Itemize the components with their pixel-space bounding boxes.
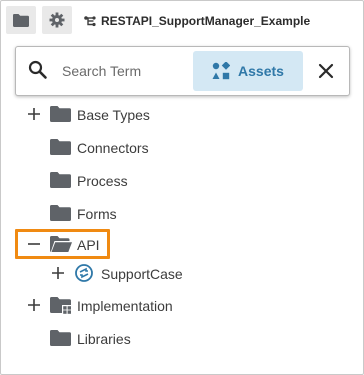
tree-item-label: Libraries (77, 331, 131, 347)
toolbar: RESTAPI_SupportManager_Example (1, 1, 363, 39)
search-icon (28, 60, 47, 79)
folder-icon (50, 330, 71, 346)
folder-icon (13, 13, 29, 27)
rest-api-icon (75, 264, 93, 282)
gear-icon (49, 12, 65, 28)
plus-icon (28, 108, 40, 120)
folder-icon (50, 139, 71, 155)
folder-button[interactable] (6, 6, 36, 34)
tree-item-forms[interactable]: Forms (1, 198, 363, 230)
assets-button[interactable]: Assets (193, 51, 303, 91)
folder-icon (50, 106, 71, 122)
tree-item-label: Process (77, 173, 128, 189)
tree-item-implementation[interactable]: Implementation (1, 290, 363, 322)
expand-toggle[interactable] (27, 107, 41, 121)
close-icon (318, 63, 334, 79)
project-tree-icon (84, 16, 96, 27)
tree-item-label: Connectors (77, 140, 149, 156)
expand-toggle[interactable] (51, 266, 65, 280)
tree-item-label: SupportCase (101, 266, 183, 282)
folder-grid-icon (50, 297, 71, 314)
tree-item-supportcase[interactable]: SupportCase (1, 258, 363, 290)
plus-icon (52, 267, 64, 279)
project-title[interactable]: RESTAPI_SupportManager_Example (84, 12, 310, 30)
settings-button[interactable] (42, 6, 72, 34)
plus-icon (28, 299, 40, 311)
expand-toggle[interactable] (27, 298, 41, 312)
tree-item-label: Implementation (77, 298, 173, 314)
folder-icon (50, 172, 71, 188)
close-button[interactable] (314, 59, 338, 83)
search-panel: Assets (15, 46, 350, 96)
assets-icon (212, 62, 231, 80)
tree-item-process[interactable]: Process (1, 165, 363, 197)
tree-item-label: Base Types (77, 107, 150, 123)
tree-item-base-types[interactable]: Base Types (1, 99, 363, 131)
tree-item-libraries[interactable]: Libraries (1, 323, 363, 355)
project-name: RESTAPI_SupportManager_Example (101, 14, 311, 28)
tree-item-connectors[interactable]: Connectors (1, 132, 363, 164)
folder-icon (50, 205, 71, 221)
search-input[interactable] (62, 55, 190, 87)
api-highlight-box (15, 229, 110, 259)
project-explorer-panel: RESTAPI_SupportManager_Example Assets (0, 0, 364, 375)
assets-label: Assets (238, 63, 284, 79)
tree-item-label: Forms (77, 206, 117, 222)
